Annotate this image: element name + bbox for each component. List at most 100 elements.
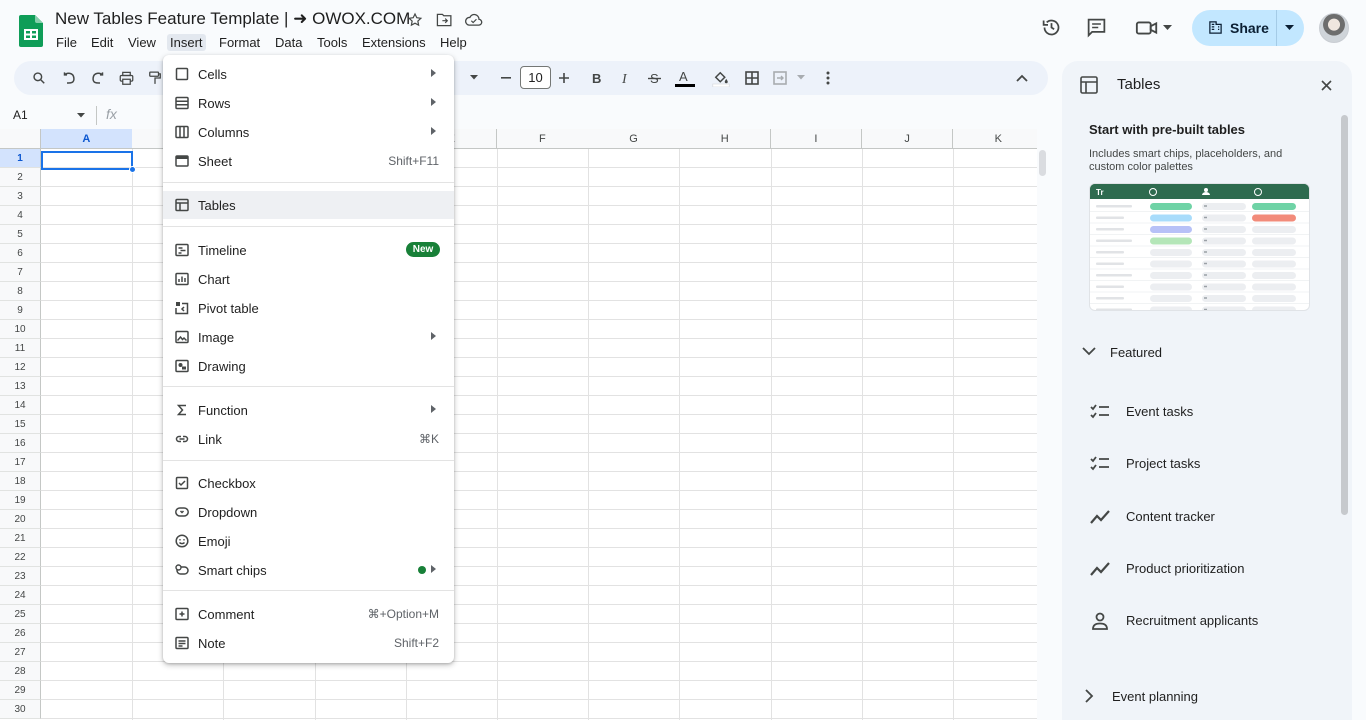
row-header-25[interactable]: 25 bbox=[0, 605, 41, 624]
paint-format-icon[interactable] bbox=[148, 71, 162, 85]
menu-file[interactable]: File bbox=[53, 34, 80, 51]
row-header-30[interactable]: 30 bbox=[0, 700, 41, 719]
row-header-7[interactable]: 7 bbox=[0, 263, 41, 282]
row-header-1[interactable]: 1 bbox=[0, 149, 41, 168]
menu-item-timeline[interactable]: Timeline New bbox=[163, 236, 454, 264]
sheets-logo-icon[interactable] bbox=[19, 15, 43, 47]
merge-dropdown-icon[interactable] bbox=[797, 75, 805, 80]
font-dropdown-icon[interactable] bbox=[470, 75, 478, 80]
row-header-11[interactable]: 11 bbox=[0, 339, 41, 358]
selected-cell-a1[interactable] bbox=[41, 151, 133, 170]
document-title[interactable]: New Tables Feature Template | ➜ OWOX.COM bbox=[55, 9, 410, 29]
row-header-14[interactable]: 14 bbox=[0, 396, 41, 415]
menu-item-comment[interactable]: Comment ⌘+Option+M bbox=[163, 600, 454, 628]
row-header-26[interactable]: 26 bbox=[0, 624, 41, 643]
menu-item-note[interactable]: Note Shift+F2 bbox=[163, 629, 454, 657]
bold-icon[interactable]: B bbox=[591, 71, 603, 85]
font-size-input[interactable]: 10 bbox=[520, 66, 551, 89]
menu-item-checkbox[interactable]: Checkbox bbox=[163, 469, 454, 497]
column-header-f[interactable]: F bbox=[497, 129, 589, 149]
borders-icon[interactable] bbox=[745, 71, 759, 85]
menu-item-tables[interactable]: Tables bbox=[163, 191, 454, 219]
menu-item-chart[interactable]: Chart bbox=[163, 265, 454, 293]
menu-data[interactable]: Data bbox=[272, 34, 305, 51]
row-header-19[interactable]: 19 bbox=[0, 491, 41, 510]
cloud-status-icon[interactable] bbox=[464, 12, 483, 28]
chevron-right-icon[interactable] bbox=[1085, 689, 1094, 703]
comments-icon[interactable] bbox=[1086, 17, 1107, 38]
column-header-g[interactable]: G bbox=[588, 129, 680, 149]
menu-item-smart-chips[interactable]: Smart chips bbox=[163, 556, 454, 584]
row-header-8[interactable]: 8 bbox=[0, 282, 41, 301]
menu-view[interactable]: View bbox=[125, 34, 159, 51]
template-content-tracker[interactable]: Content tracker bbox=[1126, 509, 1215, 524]
italic-icon[interactable]: I bbox=[620, 71, 632, 85]
menu-item-sheet[interactable]: Sheet Shift+F11 bbox=[163, 147, 454, 175]
row-header-22[interactable]: 22 bbox=[0, 548, 41, 567]
row-header-24[interactable]: 24 bbox=[0, 586, 41, 605]
menu-item-image[interactable]: Image bbox=[163, 323, 454, 351]
collapse-toolbar-icon[interactable] bbox=[1016, 74, 1028, 82]
decrease-font-size-icon[interactable] bbox=[501, 77, 511, 79]
row-header-29[interactable]: 29 bbox=[0, 681, 41, 700]
menu-item-columns[interactable]: Columns bbox=[163, 118, 454, 146]
merge-cells-icon[interactable] bbox=[773, 71, 787, 85]
side-panel-scrollbar[interactable] bbox=[1341, 115, 1348, 515]
row-header-4[interactable]: 4 bbox=[0, 206, 41, 225]
name-box-dropdown-icon[interactable] bbox=[77, 113, 85, 118]
avatar[interactable] bbox=[1319, 13, 1349, 43]
move-folder-icon[interactable] bbox=[436, 12, 453, 28]
row-header-16[interactable]: 16 bbox=[0, 434, 41, 453]
row-header-12[interactable]: 12 bbox=[0, 358, 41, 377]
row-header-18[interactable]: 18 bbox=[0, 472, 41, 491]
increase-font-size-icon[interactable] bbox=[559, 73, 569, 83]
row-header-17[interactable]: 17 bbox=[0, 453, 41, 472]
column-header-h[interactable]: H bbox=[679, 129, 772, 149]
grid-scrollbar[interactable] bbox=[1039, 150, 1046, 176]
column-header-j[interactable]: J bbox=[861, 129, 954, 149]
menu-item-emoji[interactable]: Emoji bbox=[163, 527, 454, 555]
row-header-28[interactable]: 28 bbox=[0, 662, 41, 681]
row-header-9[interactable]: 9 bbox=[0, 301, 41, 320]
row-header-23[interactable]: 23 bbox=[0, 567, 41, 586]
menu-item-cells[interactable]: Cells bbox=[163, 60, 454, 88]
print-icon[interactable] bbox=[119, 71, 134, 85]
search-menus-icon[interactable] bbox=[32, 71, 46, 85]
menu-item-function[interactable]: Function bbox=[163, 396, 454, 424]
row-header-6[interactable]: 6 bbox=[0, 244, 41, 263]
row-header-10[interactable]: 10 bbox=[0, 320, 41, 339]
row-header-3[interactable]: 3 bbox=[0, 187, 41, 206]
redo-icon[interactable] bbox=[90, 71, 105, 85]
name-box[interactable]: A1 bbox=[13, 108, 28, 122]
event-planning-section-label[interactable]: Event planning bbox=[1112, 689, 1198, 704]
menu-item-pivot-table[interactable]: Pivot table bbox=[163, 294, 454, 322]
template-product-prioritization[interactable]: Product prioritization bbox=[1126, 561, 1245, 576]
select-all-corner[interactable] bbox=[0, 129, 41, 149]
meet-video-icon[interactable] bbox=[1135, 18, 1159, 38]
row-header-20[interactable]: 20 bbox=[0, 510, 41, 529]
template-recruitment-applicants[interactable]: Recruitment applicants bbox=[1126, 613, 1258, 628]
meet-dropdown-icon[interactable] bbox=[1163, 25, 1172, 31]
share-button[interactable]: Share bbox=[1192, 10, 1304, 46]
more-options-icon[interactable] bbox=[826, 71, 830, 85]
close-icon[interactable] bbox=[1321, 80, 1332, 91]
spreadsheet-grid[interactable]: ABCDEFGHIJK12345678910111213141516171819… bbox=[0, 129, 1037, 720]
row-header-27[interactable]: 27 bbox=[0, 643, 41, 662]
menu-item-link[interactable]: Link ⌘K bbox=[163, 425, 454, 453]
row-header-2[interactable]: 2 bbox=[0, 168, 41, 187]
column-header-a[interactable]: A bbox=[41, 129, 133, 149]
table-preview-thumbnail[interactable]: Tr bbox=[1089, 183, 1310, 311]
star-icon[interactable] bbox=[407, 12, 423, 28]
row-header-5[interactable]: 5 bbox=[0, 225, 41, 244]
template-event-tasks[interactable]: Event tasks bbox=[1126, 404, 1193, 419]
menu-insert[interactable]: Insert bbox=[167, 34, 206, 51]
text-color-icon[interactable]: A bbox=[674, 69, 696, 87]
menu-item-dropdown[interactable]: Dropdown bbox=[163, 498, 454, 526]
menu-format[interactable]: Format bbox=[216, 34, 263, 51]
template-project-tasks[interactable]: Project tasks bbox=[1126, 456, 1200, 471]
menu-edit[interactable]: Edit bbox=[88, 34, 116, 51]
menu-item-drawing[interactable]: Drawing bbox=[163, 352, 454, 380]
chevron-down-icon[interactable] bbox=[1082, 347, 1096, 356]
fill-handle[interactable] bbox=[129, 166, 136, 173]
strikethrough-icon[interactable]: S bbox=[647, 71, 662, 85]
